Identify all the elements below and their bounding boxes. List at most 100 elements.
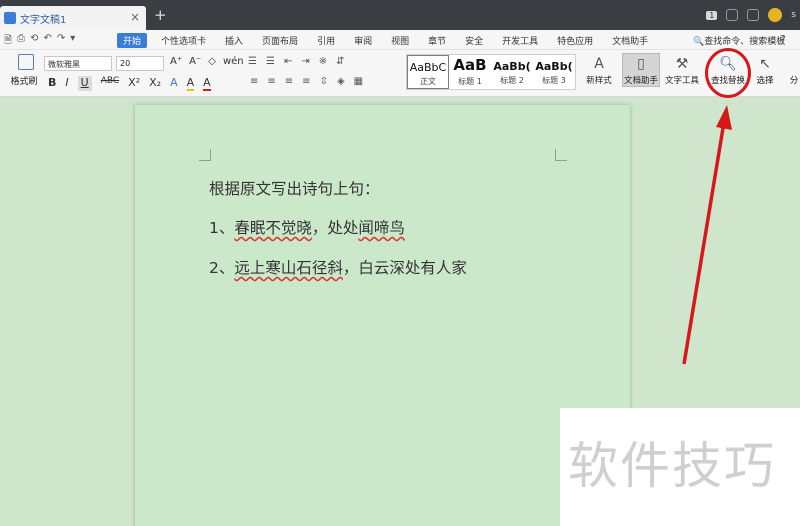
sort-icon[interactable]: ⇵	[336, 56, 344, 67]
window-count-badge[interactable]: 1	[706, 10, 718, 20]
strikethrough-button[interactable]: ABC	[101, 76, 119, 91]
doc-assistant-icon: ▯	[637, 56, 645, 72]
chinese-layout-icon[interactable]: ※	[319, 56, 327, 67]
style-name: 标题 1	[458, 77, 482, 86]
format-painter-label: 格式刷	[10, 77, 38, 87]
spell-flag: 远上寒山石径斜	[234, 259, 343, 277]
margin-mark-top-left	[199, 149, 211, 161]
new-tab-button[interactable]: +	[154, 8, 167, 23]
select-button[interactable]: ↖ 选择	[754, 56, 776, 86]
font-color-button[interactable]: A	[203, 76, 211, 91]
paragraph-1[interactable]: 根据原文写出诗句上句：	[209, 177, 380, 199]
undo-icon[interactable]: ↶	[43, 33, 51, 50]
tab-title: 文字文稿1	[20, 15, 67, 26]
font-name-select[interactable]: 微软雅黑	[44, 56, 112, 71]
item-number: 2、	[209, 259, 235, 277]
avatar[interactable]	[768, 8, 783, 22]
user-name[interactable]: s	[791, 10, 796, 20]
watermark: 软件技巧	[560, 408, 800, 526]
share-icon[interactable]	[726, 9, 739, 21]
tab-features[interactable]: 特色应用	[557, 33, 593, 48]
watermark-text: 软件技巧	[568, 437, 776, 495]
tab-custom[interactable]: 个性选项卡	[161, 33, 206, 48]
align-left-icon[interactable]: ≡	[250, 76, 258, 87]
margin-mark-top-right	[555, 149, 567, 161]
font-tools-row2: B I U ABC X² X₂ A A A	[48, 76, 211, 91]
refresh-icon[interactable]: ⟲	[30, 33, 38, 50]
borders-icon[interactable]: ▦	[354, 76, 363, 87]
clear-format-icon[interactable]: ◇	[208, 56, 216, 67]
style-sample: AaB	[453, 56, 487, 74]
text-effect-button[interactable]: A	[170, 76, 178, 91]
grow-font-icon[interactable]: A⁺	[170, 56, 182, 67]
title-bar: 文字文稿1 × + 1 s	[0, 0, 800, 30]
cursor-icon: ↖	[759, 56, 771, 72]
chevron-down-icon[interactable]: ▾	[70, 33, 75, 50]
subscript-button[interactable]: X₂	[149, 76, 161, 91]
numbered-list-icon[interactable]: ☰	[266, 56, 275, 67]
style-heading-1[interactable]: AaB 标题 1	[449, 55, 491, 89]
highlight-color-button[interactable]: A	[186, 76, 195, 91]
style-normal[interactable]: AaBbC 正文	[407, 55, 449, 89]
superscript-button[interactable]: X²	[128, 76, 140, 91]
justify-icon[interactable]: ≡	[302, 76, 310, 87]
shrink-font-icon[interactable]: A⁻	[189, 56, 201, 67]
tab-security[interactable]: 安全	[465, 33, 483, 48]
new-style-button[interactable]: A 新样式	[582, 56, 616, 86]
tab-references[interactable]: 引用	[317, 33, 335, 48]
style-heading-2[interactable]: AaBb( 标题 2	[491, 55, 533, 89]
style-heading-3[interactable]: AaBb( 标题 3	[533, 55, 575, 89]
bold-button[interactable]: B	[48, 76, 56, 91]
style-sample: AaBbC	[409, 61, 447, 74]
paragraph-3[interactable]: 2、远上寒山石径斜，白云深处有人家	[209, 256, 467, 278]
tab-sections[interactable]: 章节	[428, 33, 446, 48]
style-name: 标题 2	[500, 76, 524, 85]
ribbon-toolbar: 格式刷 微软雅黑 20 A⁺ A⁻ ◇ wén B I U ABC X² X₂ …	[0, 50, 800, 97]
tab-insert[interactable]: 插入	[225, 33, 243, 48]
format-painter-button[interactable]: 格式刷	[10, 54, 38, 87]
document-tab[interactable]: 文字文稿1 ×	[0, 6, 146, 30]
skin-icon[interactable]	[747, 9, 760, 21]
line-spacing-icon[interactable]: ⇳	[320, 76, 328, 87]
doc-assistant-label: 文档助手	[623, 76, 658, 86]
text-tools-label: 文字工具	[664, 76, 699, 86]
tab-page-layout[interactable]: 页面布局	[262, 33, 298, 48]
new-style-icon: A	[594, 56, 604, 72]
style-name: 正文	[420, 77, 436, 86]
tab-view[interactable]: 视图	[391, 33, 409, 48]
document-page[interactable]: 根据原文写出诗句上句： 1、春眠不觉晓，处处闻啼鸟 2、远上寒山石径斜，白云深处…	[135, 105, 630, 526]
text-tools-button[interactable]: ⚒ 文字工具	[663, 56, 701, 86]
spell-flag: 闻啼鸟	[358, 219, 405, 237]
help-icon[interactable]: ?	[780, 33, 786, 46]
tab-doc-assistant[interactable]: 文档助手	[612, 33, 648, 48]
increase-indent-icon[interactable]: ⇥	[301, 56, 309, 67]
shading-icon[interactable]: ◈	[337, 76, 345, 87]
align-right-icon[interactable]: ≡	[285, 76, 293, 87]
save-icon[interactable]: 🗎	[4, 33, 12, 50]
tab-home[interactable]: 开始	[117, 33, 148, 48]
tab-review[interactable]: 审阅	[354, 33, 372, 48]
align-center-icon[interactable]: ≡	[267, 76, 275, 87]
bullet-list-icon[interactable]: ☰	[248, 56, 257, 67]
print-icon[interactable]: ⎙	[17, 33, 25, 50]
underline-button[interactable]: U	[77, 76, 92, 91]
search-command-label: 查找命令、搜索模板	[704, 37, 786, 47]
italic-button[interactable]: I	[65, 76, 68, 91]
font-size-select[interactable]: 20	[116, 56, 164, 71]
highlight-circle	[705, 48, 751, 98]
pinyin-icon[interactable]: wén	[223, 56, 244, 67]
search-command-input[interactable]: 🔍查找命令、搜索模板	[693, 34, 785, 47]
divide-button[interactable]: 分	[788, 56, 800, 86]
decrease-indent-icon[interactable]: ⇤	[284, 56, 292, 67]
paragraph-2[interactable]: 1、春眠不觉晓，处处闻啼鸟	[209, 216, 405, 238]
menu-tabs: 开始 个性选项卡 插入 页面布局 引用 审阅 视图 章节 安全 开发工具 特色应…	[117, 33, 667, 48]
tab-developer[interactable]: 开发工具	[502, 33, 538, 48]
titlebar-right-tools: 1 s	[706, 8, 796, 22]
divide-label: 分	[789, 76, 799, 86]
redo-icon[interactable]: ↷	[57, 33, 65, 50]
paragraph-tools-row2: ≡ ≡ ≡ ≡ ⇳ ◈ ▦	[250, 76, 363, 87]
quick-access-toolbar: 🗎 ⎙ ⟲ ↶ ↷ ▾	[4, 33, 75, 50]
close-tab-icon[interactable]: ×	[130, 10, 140, 24]
doc-assistant-button[interactable]: ▯ 文档助手	[622, 53, 660, 87]
paragraph-tools-row1: ☰ ☰ ⇤ ⇥ ※ ⇵	[248, 56, 345, 67]
